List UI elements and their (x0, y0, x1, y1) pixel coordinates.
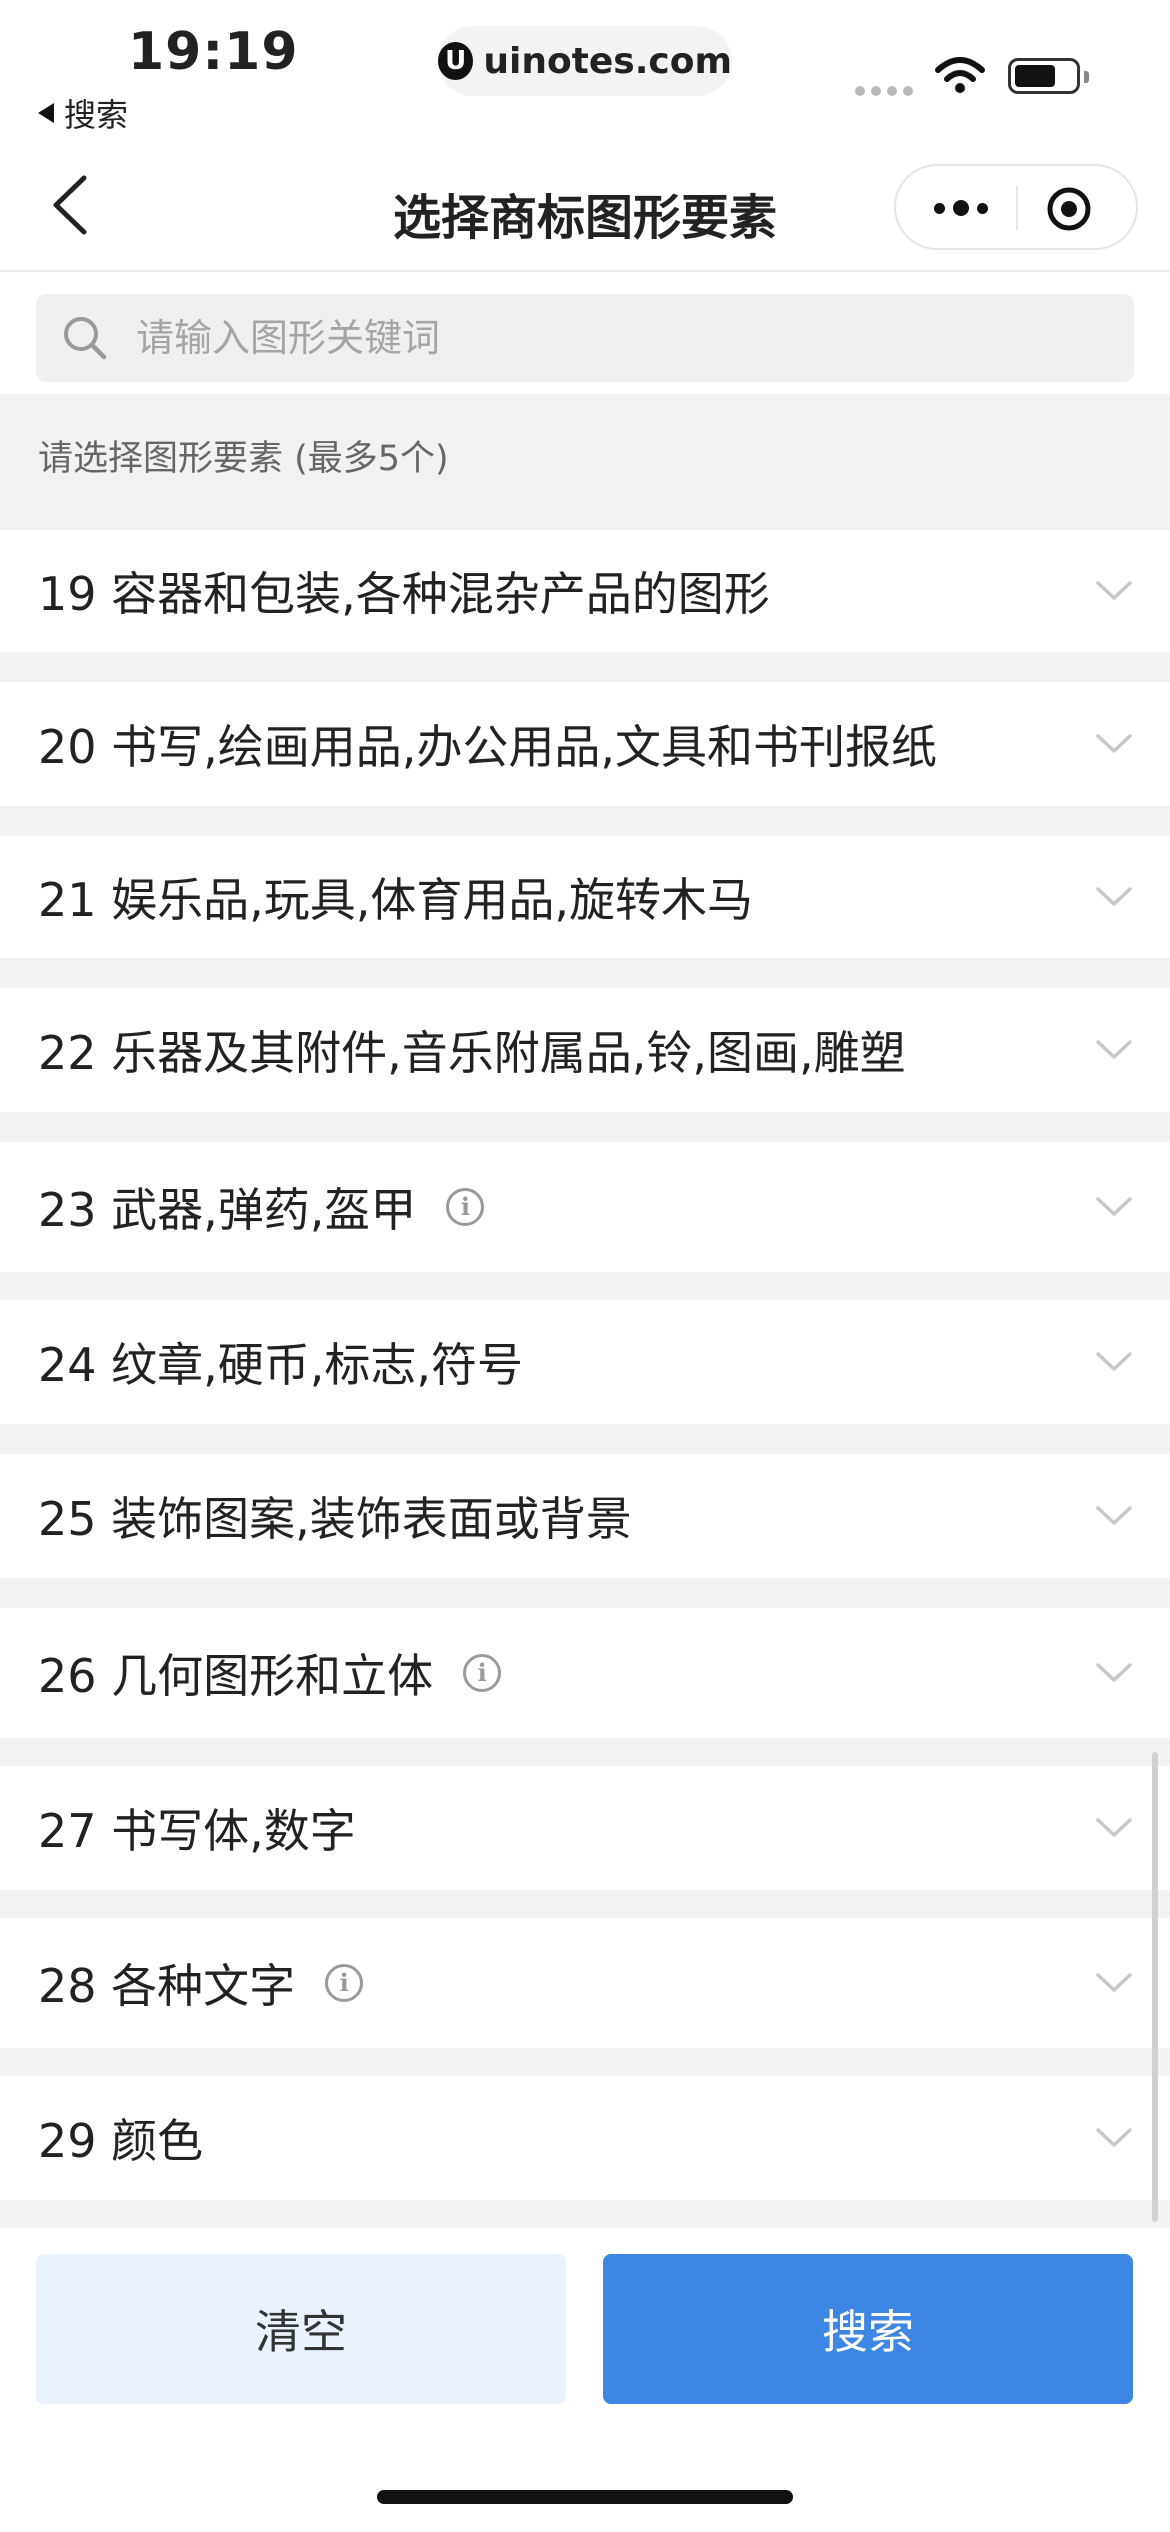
battery-icon (1008, 58, 1089, 94)
status-bar: 19:19 搜索 U uinotes.com (0, 0, 1170, 140)
item-label: 21 娱乐品,玩具,体育用品,旋转木马 (38, 873, 754, 927)
chevron-down-icon (1096, 581, 1132, 600)
item-label: 29 颜色 (38, 2114, 204, 2168)
url-pill: U uinotes.com (438, 26, 732, 96)
list-item[interactable]: 20 书写,绘画用品,办公用品,文具和书刊报纸 (0, 682, 1170, 806)
search-icon (64, 317, 107, 360)
list-item[interactable]: 28 各种文字 i (0, 1918, 1170, 2048)
list-item[interactable]: 25 装饰图案,装饰表面或背景 (0, 1454, 1170, 1578)
item-label: 25 装饰图案,装饰表面或背景 (38, 1492, 632, 1546)
status-time: 19:19 (128, 22, 299, 82)
item-label: 23 武器,弹药,盔甲 (38, 1183, 417, 1237)
clear-button[interactable]: 清空 (36, 2254, 566, 2404)
search-button[interactable]: 搜索 (603, 2254, 1133, 2404)
search-box[interactable] (36, 294, 1134, 382)
list-item[interactable]: 24 纹章,硬币,标志,符号 (0, 1300, 1170, 1424)
item-label: 28 各种文字 (38, 1959, 296, 2013)
item-label: 26 几何图形和立体 (38, 1649, 434, 1703)
item-label: 19 容器和包装,各种混杂产品的图形 (38, 567, 770, 621)
search-input[interactable] (134, 315, 1038, 361)
miniprogram-capsule (894, 164, 1138, 250)
url-text: uinotes.com (483, 40, 732, 82)
search-section (0, 272, 1170, 394)
triangle-left-icon (38, 103, 54, 123)
list-item[interactable]: 19 容器和包装,各种混杂产品的图形 (0, 530, 1170, 652)
chevron-down-icon (1096, 887, 1132, 906)
navigation-bar: 选择商标图形要素 (0, 140, 1170, 272)
item-label: 20 书写,绘画用品,办公用品,文具和书刊报纸 (38, 720, 938, 774)
more-dot (934, 202, 945, 214)
selection-hint: 请选择图形要素 (最多5个) (38, 439, 449, 479)
wifi-icon (935, 57, 985, 93)
category-list: 19 容器和包装,各种混杂产品的图形 20 书写,绘画用品,办公用品,文具和书刊… (0, 530, 1170, 2200)
chevron-down-icon (1096, 734, 1132, 753)
cellular-signal-icon (855, 86, 913, 96)
item-label: 24 纹章,硬币,标志,符号 (38, 1338, 524, 1392)
site-logo-icon: U (438, 42, 474, 80)
more-dot (977, 202, 988, 214)
home-indicator (377, 2490, 793, 2504)
chevron-down-icon (1096, 1506, 1132, 1525)
list-item[interactable]: 26 几何图形和立体 i (0, 1608, 1170, 1738)
info-icon[interactable]: i (325, 1964, 364, 2002)
bottom-action-bar: 清空 搜索 (0, 2228, 1170, 2532)
item-label: 22 乐器及其附件,音乐附属品,铃,图画,雕塑 (38, 1026, 906, 1080)
info-icon[interactable]: i (446, 1188, 485, 1226)
chevron-down-icon (1096, 2128, 1132, 2147)
close-miniprogram-icon[interactable] (1046, 186, 1092, 232)
info-icon[interactable]: i (463, 1654, 502, 1692)
list-item[interactable]: 27 书写体,数字 (0, 1766, 1170, 1890)
list-item[interactable]: 21 娱乐品,玩具,体育用品,旋转木马 (0, 836, 1170, 958)
chevron-down-icon (1096, 1818, 1132, 1837)
scrollbar-thumb[interactable] (1152, 1752, 1158, 2222)
capsule-divider (1016, 186, 1018, 230)
list-item[interactable]: 29 颜色 (0, 2076, 1170, 2200)
chevron-down-icon (1096, 1352, 1132, 1371)
more-menu-button[interactable] (926, 188, 996, 228)
chevron-down-icon (1096, 1197, 1132, 1216)
chevron-down-icon (1096, 1040, 1132, 1059)
back-app-label: 搜索 (64, 96, 129, 134)
more-dot (953, 200, 969, 216)
chevron-down-icon (1096, 1973, 1132, 1992)
item-label: 27 书写体,数字 (38, 1804, 356, 1858)
list-item[interactable]: 22 乐器及其附件,音乐附属品,铃,图画,雕塑 (0, 988, 1170, 1112)
chevron-down-icon (1096, 1663, 1132, 1682)
list-item[interactable]: 23 武器,弹药,盔甲 i (0, 1142, 1170, 1272)
back-to-app-link[interactable]: 搜索 (36, 90, 128, 136)
